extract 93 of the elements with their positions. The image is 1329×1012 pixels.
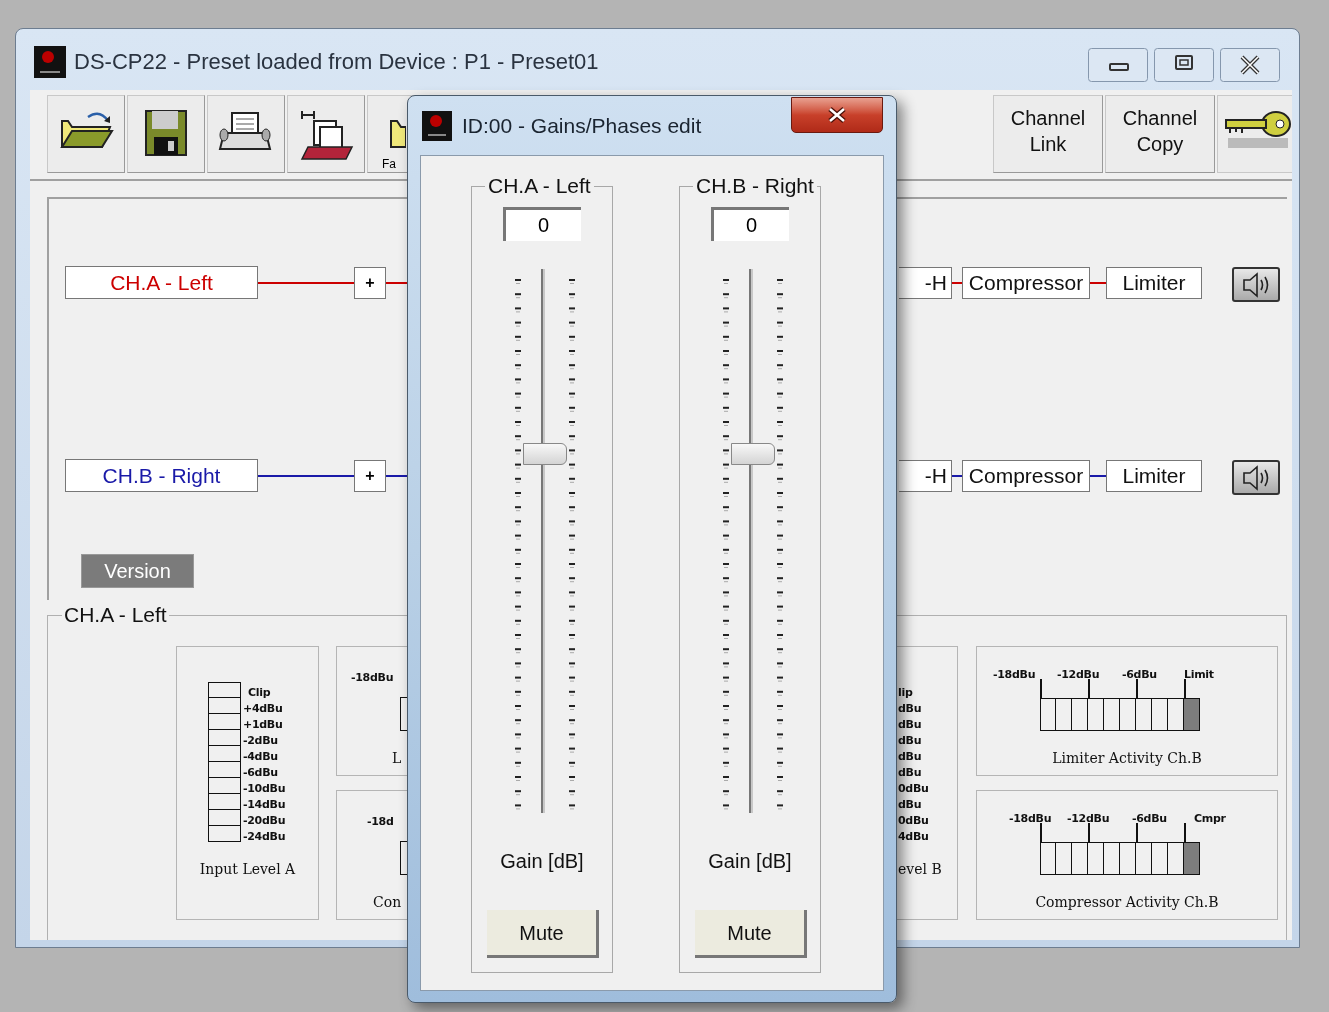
meter-segment — [1104, 842, 1120, 875]
close-button[interactable] — [791, 97, 883, 133]
meter-label: dBu — [898, 765, 923, 781]
processing-block[interactable]: Compressor — [962, 267, 1090, 299]
meter-segment — [1056, 842, 1072, 875]
meter-segment — [1104, 698, 1120, 731]
meter-label: -18d — [367, 814, 394, 830]
meter-segment — [208, 682, 241, 698]
toolbar-button[interactable] — [287, 95, 365, 173]
minimize-button[interactable] — [1088, 48, 1148, 82]
meter-label: dBu — [898, 733, 923, 749]
meter-label: dBu — [898, 701, 923, 717]
meter-label: Clip — [247, 685, 272, 701]
meter-caption: Con — [373, 893, 402, 912]
speaker-icon — [1241, 271, 1271, 298]
meter-label: dBu — [898, 749, 923, 765]
version-button[interactable]: Version — [81, 554, 194, 588]
meter-caption: Compressor Activity Ch.B — [1034, 893, 1220, 912]
meter-segment — [208, 698, 241, 714]
toolbar-button[interactable] — [207, 95, 285, 173]
meter-label: -6dBu — [1122, 667, 1157, 683]
meter-label: Cmpr — [1194, 811, 1226, 827]
meter-label: -14dBu — [243, 797, 286, 813]
meter-label: dBu — [898, 797, 923, 813]
meter-label: -20dBu — [243, 813, 286, 829]
meter-label: 0dBu — [898, 781, 929, 797]
processing-block[interactable]: Limiter — [1106, 460, 1202, 492]
dialog-title: ID:00 - Gains/Phases edit — [462, 113, 702, 139]
meter-segment — [1056, 698, 1072, 731]
meter-label: -6dBu — [243, 765, 279, 781]
channel-name-box[interactable]: CH.A - Left — [65, 266, 258, 299]
toolbar-button[interactable] — [127, 95, 205, 173]
maximize-button[interactable] — [1154, 48, 1214, 82]
gain-field[interactable]: 0 — [503, 207, 581, 241]
meter-segment — [208, 778, 241, 794]
toolbar-button[interactable] — [47, 95, 125, 173]
toolbar-button[interactable]: Channel Copy — [1105, 95, 1215, 173]
meter-segment — [208, 762, 241, 778]
signal-line — [1090, 475, 1106, 477]
meter-label: -18dBu — [993, 667, 1036, 683]
processing-block[interactable]: Limiter — [1106, 267, 1202, 299]
meter-label: -12dBu — [1067, 811, 1110, 827]
toolbar-button[interactable]: Channel Link — [993, 95, 1103, 173]
meter-label: -18dBu — [1009, 811, 1052, 827]
meter-label: -2dBu — [243, 733, 279, 749]
slider-thumb[interactable] — [523, 442, 567, 465]
meter-label: lip — [898, 685, 914, 701]
processing-block[interactable]: Compressor — [962, 460, 1090, 492]
key-button[interactable] — [1217, 95, 1292, 173]
close-button[interactable] — [1220, 48, 1280, 82]
meter-label: -10dBu — [243, 781, 286, 797]
meter-label: -24dBu — [243, 829, 286, 845]
meter-label: -6dBu — [1132, 811, 1167, 827]
processing-block[interactable]: -H — [899, 267, 952, 299]
mix-node[interactable]: + — [354, 460, 386, 492]
meter-caption: Limiter Activity Ch.B — [1051, 749, 1203, 768]
meter-segment — [208, 810, 241, 826]
meter-label: +4dBu — [243, 701, 284, 717]
speaker-button[interactable] — [1232, 267, 1280, 302]
gain-field[interactable]: 0 — [711, 207, 789, 241]
gain-label: Gain [dB] — [499, 849, 585, 874]
meter-caption: L — [392, 749, 402, 768]
meter-label: 4dBu — [898, 829, 929, 845]
slider-thumb[interactable] — [731, 442, 775, 465]
processing-block[interactable]: -H — [899, 460, 952, 492]
speaker-button[interactable] — [1232, 460, 1280, 495]
meter-segment — [208, 746, 241, 762]
meter-segment — [208, 730, 241, 746]
meter-segment — [1152, 698, 1168, 731]
mute-button[interactable]: Mute — [487, 910, 599, 958]
meter-segment — [208, 794, 241, 810]
meter-label: 0dBu — [898, 813, 929, 829]
gain-label: Gain [dB] — [707, 849, 793, 874]
signal-line — [1090, 282, 1106, 284]
app-icon — [34, 45, 66, 78]
mute-button[interactable]: Mute — [695, 910, 807, 958]
app-icon — [422, 110, 452, 141]
meter-label: dBu — [898, 717, 923, 733]
speaker-icon — [1241, 464, 1271, 491]
window-title: DS-CP22 - Preset loaded from Device : P1 - Preset01 — [74, 48, 599, 76]
meter-segment — [208, 714, 241, 730]
meter-segment — [208, 826, 241, 842]
meter-label: +1dBu — [243, 717, 284, 733]
meter-label: Limit — [1184, 667, 1214, 683]
meter-caption: evel B — [898, 860, 942, 879]
meter-label: -4dBu — [243, 749, 279, 765]
close-icon — [827, 106, 847, 124]
mix-node[interactable]: + — [354, 267, 386, 299]
meter-caption: Input Level A — [198, 860, 297, 879]
meter-label: -12dBu — [1057, 667, 1100, 683]
meter-label: -18dBu — [351, 670, 394, 686]
meter-segment — [1152, 842, 1168, 875]
channel-name-box[interactable]: CH.B - Right — [65, 459, 258, 492]
